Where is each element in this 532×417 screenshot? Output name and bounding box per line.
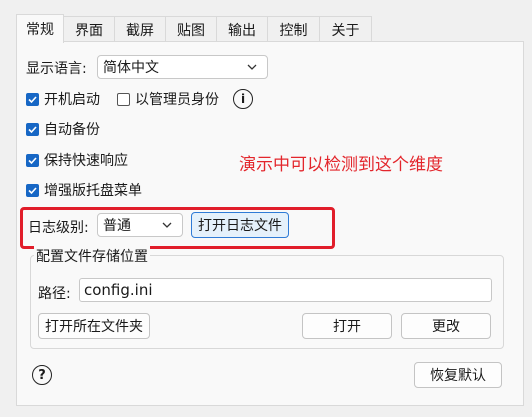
tab-label: 截屏 xyxy=(126,22,154,39)
config-path-value: config.ini xyxy=(84,281,153,299)
checkbox-checked-icon xyxy=(26,183,39,197)
checkbox-label: 以管理员身份 xyxy=(135,92,219,108)
checkbox-label: 自动备份 xyxy=(44,122,100,138)
tab-output[interactable]: 输出 xyxy=(216,16,268,42)
open-config-button[interactable]: 打开 xyxy=(302,313,392,339)
button-label: 打开 xyxy=(333,319,361,335)
tab-general[interactable]: 常规 xyxy=(16,14,64,43)
checkbox-label: 开机启动 xyxy=(44,92,100,108)
tab-label: 控制 xyxy=(279,22,308,39)
config-storage-title: 配置文件存储位置 xyxy=(34,246,150,266)
button-label: 打开所在文件夹 xyxy=(45,319,143,335)
auto-backup-checkbox[interactable]: 自动备份 xyxy=(26,119,100,139)
tab-bar: 常规 界面 截屏 贴图 输出 控制 关于 xyxy=(16,14,528,43)
checkbox-checked-icon xyxy=(26,122,39,136)
info-circle-icon[interactable]: i xyxy=(233,89,253,109)
autostart-checkbox[interactable]: 开机启动 xyxy=(26,89,100,109)
button-label: 恢复默认 xyxy=(430,368,486,384)
keep-responsive-checkbox[interactable]: 保持快速响应 xyxy=(26,150,128,170)
tab-label: 常规 xyxy=(26,22,54,38)
restore-defaults-button[interactable]: 恢复默认 xyxy=(414,362,502,388)
run-as-admin-checkbox[interactable]: 以管理员身份 xyxy=(117,89,219,109)
path-label: 路径: xyxy=(38,286,71,302)
help-circle-icon[interactable]: ? xyxy=(32,365,52,385)
checkbox-unchecked-icon xyxy=(117,92,130,106)
tab-pin[interactable]: 贴图 xyxy=(165,16,217,42)
checkbox-label: 保持快速响应 xyxy=(44,153,128,169)
language-select-value: 简体中文 xyxy=(103,60,159,76)
language-select[interactable]: 简体中文 xyxy=(97,55,268,79)
checkbox-checked-icon xyxy=(26,92,39,106)
annotation-highlight-box xyxy=(20,207,335,249)
checkbox-label: 增强版托盘菜单 xyxy=(44,183,142,199)
tab-screenshot[interactable]: 截屏 xyxy=(114,16,166,42)
config-path-input[interactable]: config.ini xyxy=(79,278,492,302)
checkbox-checked-icon xyxy=(26,153,39,167)
annotation-text: 演示中可以检测到这个维度 xyxy=(239,155,443,175)
chevron-down-icon xyxy=(247,64,257,70)
tab-about[interactable]: 关于 xyxy=(319,16,372,42)
tab-label: 输出 xyxy=(228,22,256,39)
button-label: 更改 xyxy=(432,319,460,335)
tab-label: 关于 xyxy=(331,22,360,39)
tab-interface[interactable]: 界面 xyxy=(63,16,115,42)
tab-control[interactable]: 控制 xyxy=(267,16,320,42)
language-label: 显示语言: xyxy=(26,61,87,77)
tab-label: 界面 xyxy=(75,22,103,39)
open-containing-folder-button[interactable]: 打开所在文件夹 xyxy=(38,313,150,339)
change-config-button[interactable]: 更改 xyxy=(401,313,491,339)
tab-label: 贴图 xyxy=(177,22,205,39)
enhanced-tray-menu-checkbox[interactable]: 增强版托盘菜单 xyxy=(26,180,142,200)
